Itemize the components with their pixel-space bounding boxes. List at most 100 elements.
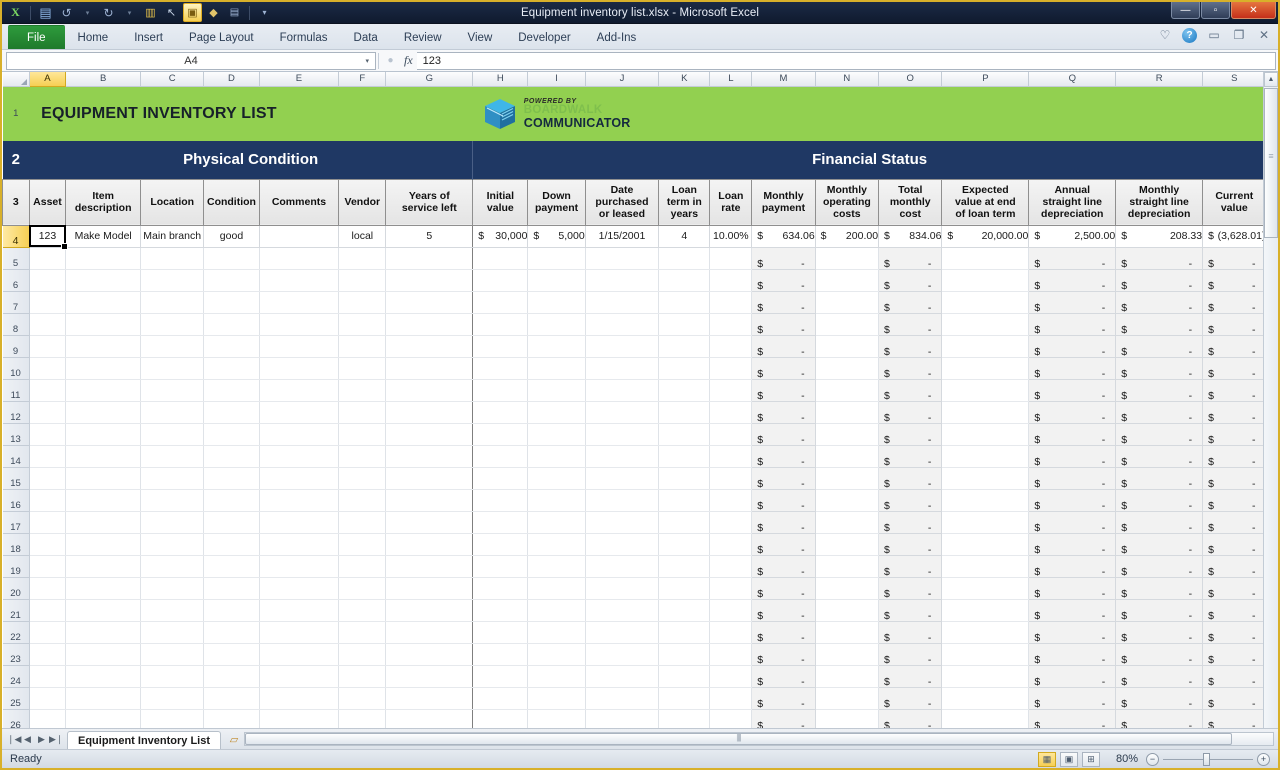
cell-K25-loan-term-years[interactable]	[659, 687, 710, 709]
cell-D10-condition[interactable]	[204, 357, 259, 379]
cell-G8-years-of-service-left[interactable]	[386, 313, 473, 335]
cell-R21-monthly-depreciation[interactable]: $-	[1116, 599, 1203, 621]
cell-Q16-annual-depreciation[interactable]: $-	[1029, 489, 1116, 511]
cell-P6-expected-value[interactable]	[942, 269, 1029, 291]
tab-formulas[interactable]: Formulas	[267, 26, 341, 49]
cell-L23-loan-rate[interactable]	[710, 643, 752, 665]
cell-I7-down-payment[interactable]	[528, 291, 585, 313]
cell-S19-current-value[interactable]: $-	[1203, 555, 1266, 577]
cell-R14-monthly-depreciation[interactable]: $-	[1116, 445, 1203, 467]
cell-D20-condition[interactable]	[204, 577, 259, 599]
zoom-track[interactable]	[1163, 759, 1253, 760]
pointer-icon[interactable]: ↖	[162, 3, 181, 22]
cell-K20-loan-term-years[interactable]	[659, 577, 710, 599]
cell-E20-comments[interactable]	[259, 577, 339, 599]
cell-R20-monthly-depreciation[interactable]: $-	[1116, 577, 1203, 599]
cell-Q18-annual-depreciation[interactable]: $-	[1029, 533, 1116, 555]
cell-A20-asset[interactable]	[29, 577, 66, 599]
cell-L16-loan-rate[interactable]	[710, 489, 752, 511]
cell-F12-vendor[interactable]	[339, 401, 386, 423]
redo-icon[interactable]: ↻	[99, 3, 118, 22]
cell-L7-loan-rate[interactable]	[710, 291, 752, 313]
column-header-S[interactable]: S	[1203, 72, 1266, 86]
cell-L14-loan-rate[interactable]	[710, 445, 752, 467]
cell-Q20-annual-depreciation[interactable]: $-	[1029, 577, 1116, 599]
cell-H19-initial-value[interactable]	[473, 555, 528, 577]
cell-M9-monthly-payment[interactable]: $-	[752, 335, 815, 357]
zoom-out-button[interactable]: −	[1146, 753, 1159, 766]
cell-J17-date-purchased[interactable]	[585, 511, 659, 533]
cell-S13-current-value[interactable]: $-	[1203, 423, 1266, 445]
cell-G12-years-of-service-left[interactable]	[386, 401, 473, 423]
horizontal-scrollbar[interactable]	[244, 732, 1274, 746]
minimize-ribbon-icon[interactable]: ▭	[1206, 27, 1222, 43]
cell-C13-location[interactable]	[141, 423, 204, 445]
cell-I25-down-payment[interactable]	[528, 687, 585, 709]
cell-D8-condition[interactable]	[204, 313, 259, 335]
row-header-16[interactable]: 16	[3, 489, 30, 511]
cell-C6-location[interactable]	[141, 269, 204, 291]
cancel-edit-icon[interactable]: ●	[381, 52, 400, 69]
vertical-scroll-thumb[interactable]	[1264, 88, 1278, 238]
cell-K9-loan-term-years[interactable]	[659, 335, 710, 357]
cell-R7-monthly-depreciation[interactable]: $-	[1116, 291, 1203, 313]
cell-L12-loan-rate[interactable]	[710, 401, 752, 423]
cell-J18-date-purchased[interactable]	[585, 533, 659, 555]
cell-S8-current-value[interactable]: $-	[1203, 313, 1266, 335]
cell-C17-location[interactable]	[141, 511, 204, 533]
cell-J5-date-purchased[interactable]	[585, 247, 659, 269]
cell-F21-vendor[interactable]	[339, 599, 386, 621]
favorite-icon[interactable]: ♡	[1157, 27, 1173, 43]
scroll-up-button[interactable]: ▲	[1264, 72, 1278, 87]
cell-L8-loan-rate[interactable]	[710, 313, 752, 335]
cell-R17-monthly-depreciation[interactable]: $-	[1116, 511, 1203, 533]
cell-H8-initial-value[interactable]	[473, 313, 528, 335]
cell-J15-date-purchased[interactable]	[585, 467, 659, 489]
cell-A8-asset[interactable]	[29, 313, 66, 335]
cell-G16-years-of-service-left[interactable]	[386, 489, 473, 511]
cell-D18-condition[interactable]	[204, 533, 259, 555]
nav-last-sheet-icon[interactable]: ▶❘	[49, 734, 62, 745]
cell-F6-vendor[interactable]	[339, 269, 386, 291]
cell-N23-monthly-operating-costs[interactable]	[815, 643, 878, 665]
cell-D6-condition[interactable]	[204, 269, 259, 291]
tab-home[interactable]: Home	[65, 26, 122, 49]
page-layout-view-button[interactable]: ▣	[1060, 752, 1078, 767]
cell-G21-years-of-service-left[interactable]	[386, 599, 473, 621]
cell-B4-item-description[interactable]: Make Model	[66, 225, 141, 247]
cell-M22-monthly-payment[interactable]: $-	[752, 621, 815, 643]
cell-I11-down-payment[interactable]	[528, 379, 585, 401]
formula-input[interactable]: 123	[417, 52, 1276, 70]
cell-A10-asset[interactable]	[29, 357, 66, 379]
cell-K18-loan-term-years[interactable]	[659, 533, 710, 555]
cell-F19-vendor[interactable]	[339, 555, 386, 577]
cell-R23-monthly-depreciation[interactable]: $-	[1116, 643, 1203, 665]
cell-R11-monthly-depreciation[interactable]: $-	[1116, 379, 1203, 401]
cell-H6-initial-value[interactable]	[473, 269, 528, 291]
cell-S11-current-value[interactable]: $-	[1203, 379, 1266, 401]
cell-F7-vendor[interactable]	[339, 291, 386, 313]
tab-data[interactable]: Data	[341, 26, 391, 49]
row-header-25[interactable]: 25	[3, 687, 30, 709]
column-header-F[interactable]: F	[339, 72, 386, 86]
cell-P19-expected-value[interactable]	[942, 555, 1029, 577]
undo-dropdown-icon[interactable]: ▾	[78, 3, 97, 22]
cell-I18-down-payment[interactable]	[528, 533, 585, 555]
cell-I13-down-payment[interactable]	[528, 423, 585, 445]
new-sheet-icon[interactable]: ▱	[224, 733, 244, 746]
cell-R8-monthly-depreciation[interactable]: $-	[1116, 313, 1203, 335]
cell-I20-down-payment[interactable]	[528, 577, 585, 599]
cell-I15-down-payment[interactable]	[528, 467, 585, 489]
cell-H18-initial-value[interactable]	[473, 533, 528, 555]
cell-J16-date-purchased[interactable]	[585, 489, 659, 511]
row-header-3[interactable]: 3	[3, 179, 30, 225]
cell-N10-monthly-operating-costs[interactable]	[815, 357, 878, 379]
cell-M17-monthly-payment[interactable]: $-	[752, 511, 815, 533]
cell-D24-condition[interactable]	[204, 665, 259, 687]
cell-G20-years-of-service-left[interactable]	[386, 577, 473, 599]
redo-dropdown-icon[interactable]: ▾	[120, 3, 139, 22]
row-header-13[interactable]: 13	[3, 423, 30, 445]
cell-M8-monthly-payment[interactable]: $-	[752, 313, 815, 335]
cell-F23-vendor[interactable]	[339, 643, 386, 665]
cell-H20-initial-value[interactable]	[473, 577, 528, 599]
